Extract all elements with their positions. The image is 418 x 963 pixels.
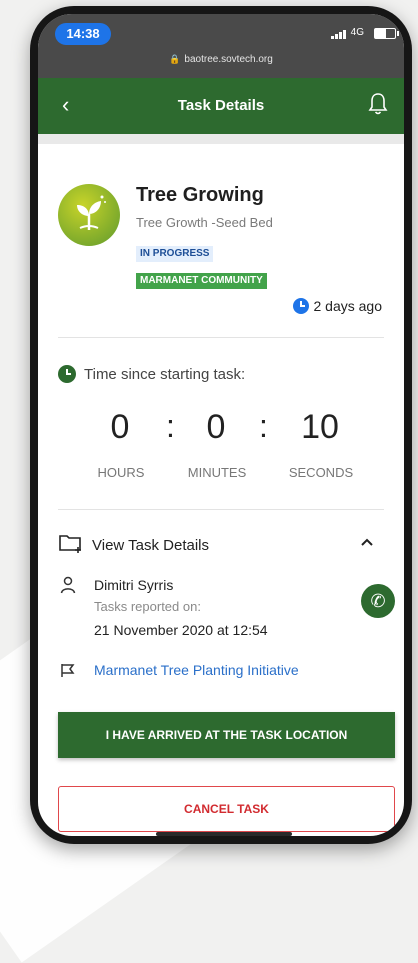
lock-icon: 🔒 (169, 54, 181, 64)
divider (58, 509, 384, 510)
timer-clock-icon (58, 365, 76, 383)
phone-icon[interactable]: ✆ (361, 584, 395, 618)
timer-label: Time since starting task: (58, 365, 245, 383)
reporter-name: Dimitri Syrris (94, 577, 174, 593)
clock-icon (292, 298, 309, 314)
cancel-task-button[interactable]: CANCEL TASK (58, 786, 395, 832)
signal-indicator: 4G (330, 27, 364, 39)
flag-icon (60, 662, 76, 683)
network-type: 4G (350, 27, 364, 38)
bell-icon[interactable] (368, 92, 388, 121)
reported-date: 21 November 2020 at 12:54 (94, 622, 268, 638)
page-title: Task Details (177, 97, 265, 114)
initiative-link[interactable]: Marmanet Tree Planting Initiative (94, 662, 299, 678)
timer-separator: : (259, 408, 268, 444)
folder-add-icon (58, 532, 84, 558)
app-bar: ‹ Task Details (38, 78, 404, 134)
timer-separator: : (166, 408, 175, 444)
timer-hours: 0 (110, 408, 130, 446)
view-task-details-label: View Task Details (92, 536, 209, 554)
url-text: baotree.sovtech.org (184, 54, 273, 65)
person-icon (60, 576, 76, 599)
home-indicator (156, 832, 292, 836)
task-title: Tree Growing (136, 184, 264, 206)
reported-label: Tasks reported on: (94, 599, 201, 614)
timer-hours-label: HOURS (97, 465, 145, 480)
view-task-details-toggle[interactable]: View Task Details (58, 532, 209, 558)
timer-seconds-label: SECONDS (288, 465, 354, 480)
task-subtitle: Tree Growth -Seed Bed (136, 215, 273, 230)
community-badge: MARMANET COMMUNITY (136, 273, 267, 289)
chevron-up-icon[interactable] (360, 534, 374, 552)
timer-minutes-label: MINUTES (187, 465, 247, 480)
divider (58, 337, 384, 338)
status-bar: 14:38 4G 🔒 baotree.sovtech.org (38, 14, 404, 78)
posted-ago-text: 2 days ago (313, 298, 383, 314)
timer-seconds: 10 (301, 408, 339, 446)
arrived-button[interactable]: I HAVE ARRIVED AT THE TASK LOCATION (58, 712, 395, 758)
status-badge: IN PROGRESS (136, 246, 214, 262)
posted-ago: 2 days ago (292, 298, 383, 314)
phone-screen: 14:38 4G 🔒 baotree.sovtech.org ‹ Task Det… (38, 14, 404, 836)
battery-icon (374, 28, 399, 39)
timer-label-text: Time since starting task: (84, 365, 246, 383)
header-divider (38, 134, 404, 144)
url-bar[interactable]: 🔒 baotree.sovtech.org (38, 54, 404, 65)
plant-icon (58, 184, 120, 246)
timer-minutes: 0 (206, 408, 226, 446)
status-time: 14:38 (55, 23, 111, 45)
